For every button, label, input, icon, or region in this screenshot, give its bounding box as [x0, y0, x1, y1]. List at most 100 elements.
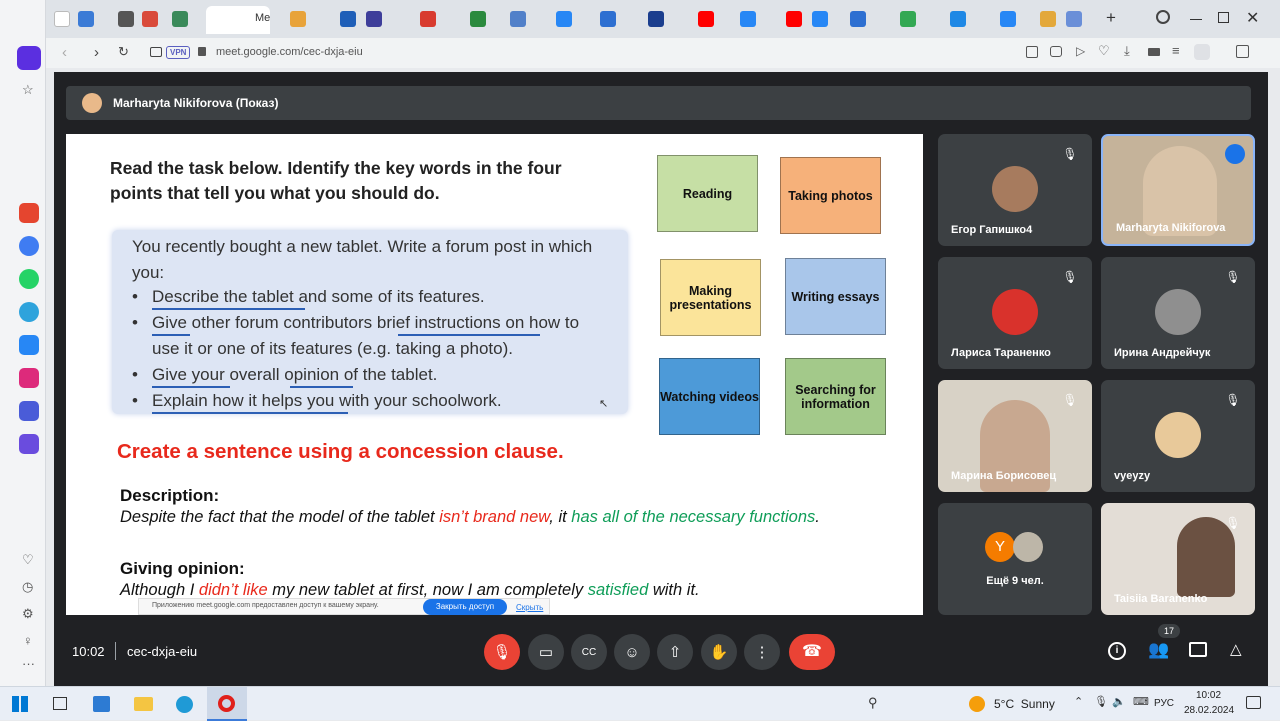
- pin-icon[interactable]: ☆: [22, 82, 34, 98]
- file-explorer-icon[interactable]: [134, 697, 153, 711]
- settings-icon[interactable]: ⚙: [22, 606, 34, 622]
- weather-text[interactable]: 5°C Sunny: [994, 697, 1055, 711]
- mic-toggle-button[interactable]: 🎙: [484, 634, 520, 670]
- history-icon[interactable]: ◷: [22, 579, 33, 595]
- tab-icon[interactable]: [470, 11, 486, 27]
- aria-icon[interactable]: [19, 203, 39, 223]
- home-button[interactable]: [17, 46, 41, 70]
- more-icon[interactable]: ···: [22, 656, 35, 671]
- extension-icon[interactable]: [1236, 45, 1249, 58]
- tab-icon[interactable]: [78, 11, 94, 27]
- tab-icon[interactable]: [510, 11, 526, 27]
- more-options-button[interactable]: ⋮: [744, 634, 780, 670]
- vk-tab-icon[interactable]: [812, 11, 828, 27]
- clock-time[interactable]: 10:02: [1196, 690, 1221, 701]
- back-icon[interactable]: ‹: [62, 44, 67, 61]
- clock-date[interactable]: 28.02.2024: [1184, 705, 1234, 716]
- participant-name: Егор Гапишко4: [951, 224, 1033, 236]
- play-icon[interactable]: ▷: [1076, 44, 1085, 58]
- people-icon[interactable]: 👥: [1148, 640, 1169, 660]
- participant-tile[interactable]: 🎙 Ирина Андрейчук: [1101, 257, 1255, 369]
- close-window-button[interactable]: ✕: [1246, 8, 1259, 28]
- tab-icon[interactable]: [142, 11, 158, 27]
- heart-icon[interactable]: ♡: [1098, 43, 1110, 59]
- music-icon[interactable]: [19, 401, 39, 421]
- store-icon[interactable]: [93, 696, 110, 712]
- notifications-icon[interactable]: [1246, 696, 1261, 709]
- minimize-button[interactable]: [1190, 19, 1202, 20]
- reload-icon[interactable]: ↻: [118, 44, 129, 60]
- youtube-tab-icon[interactable]: [698, 11, 714, 27]
- tab-icon[interactable]: [1040, 11, 1056, 27]
- chat-icon[interactable]: [1189, 642, 1207, 657]
- captions-button[interactable]: CC: [571, 634, 607, 670]
- url-field[interactable]: meet.google.com/cec-dxja-eiu: [216, 46, 363, 58]
- new-tab-button[interactable]: +: [1102, 9, 1120, 27]
- tab-icon[interactable]: [172, 11, 188, 27]
- camera-toggle-button[interactable]: ▭: [528, 634, 564, 670]
- tab-icon[interactable]: [420, 11, 436, 27]
- tips-icon[interactable]: ♀: [23, 633, 33, 648]
- tab-icon[interactable]: [900, 11, 916, 27]
- start-button[interactable]: [12, 696, 28, 712]
- task-view-icon[interactable]: [53, 697, 67, 710]
- participant-tile[interactable]: 🎙 Марина Борисовец: [938, 380, 1092, 492]
- participant-tile-speaking[interactable]: Marharyta Nikiforova: [1101, 134, 1255, 246]
- edge-icon[interactable]: [176, 696, 193, 713]
- participant-tile[interactable]: 🎙 Егор Гапишко4: [938, 134, 1092, 246]
- vk-icon[interactable]: [19, 335, 39, 355]
- tab-icon[interactable]: [1066, 11, 1082, 27]
- tab-icon[interactable]: [740, 11, 756, 27]
- tab-icon[interactable]: [340, 11, 356, 27]
- activities-icon[interactable]: △: [1230, 640, 1242, 658]
- info-icon[interactable]: i: [1108, 642, 1126, 660]
- vk-tab-icon[interactable]: [1000, 11, 1016, 27]
- messenger-icon[interactable]: [19, 236, 39, 256]
- task-intro: You recently bought a new tablet. Write …: [132, 237, 593, 282]
- hide-share-link[interactable]: Скрыть: [516, 603, 543, 612]
- camera-icon[interactable]: [150, 47, 162, 57]
- network-icon[interactable]: ⌨: [1133, 695, 1149, 708]
- vk-tab-icon[interactable]: [556, 11, 572, 27]
- tab-icon[interactable]: [118, 11, 134, 27]
- forward-icon[interactable]: ›: [94, 44, 99, 61]
- battery-icon[interactable]: [1148, 48, 1160, 56]
- share-icon[interactable]: [1026, 46, 1038, 58]
- tab-icon[interactable]: [366, 11, 382, 27]
- search-tabs-icon[interactable]: [1156, 10, 1170, 24]
- profile-icon[interactable]: [1194, 44, 1210, 60]
- tab-icon[interactable]: [950, 11, 966, 27]
- more-participants-tile[interactable]: Y Ещё 9 чел.: [938, 503, 1092, 615]
- download-icon[interactable]: ⤓: [1124, 43, 1130, 59]
- language-indicator[interactable]: РУС: [1154, 698, 1174, 709]
- maximize-button[interactable]: [1218, 12, 1229, 23]
- emoji-button[interactable]: ☺: [614, 634, 650, 670]
- youtube-tab-icon[interactable]: [786, 11, 802, 27]
- keyword-underline: [152, 308, 305, 310]
- participant-tile[interactable]: 🎙 vyeyzy: [1101, 380, 1255, 492]
- whatsapp-icon[interactable]: [19, 269, 39, 289]
- menu-icon[interactable]: ≡: [1172, 43, 1180, 58]
- snapshot-icon[interactable]: [1050, 46, 1062, 57]
- google-tab-icon[interactable]: [54, 11, 70, 27]
- stop-sharing-button[interactable]: Закрыть доступ: [423, 599, 507, 615]
- bullet-item: • Give other forum contributors brief ins…: [132, 310, 612, 362]
- telegram-icon[interactable]: [19, 302, 39, 322]
- bullet-text: Explain how it helps you with your schoo…: [152, 391, 502, 410]
- tab-icon[interactable]: [600, 11, 616, 27]
- tab-icon[interactable]: [648, 11, 664, 27]
- tab-icon[interactable]: [290, 11, 306, 27]
- leave-call-button[interactable]: ☎: [789, 634, 835, 670]
- raise-hand-button[interactable]: ✋: [701, 634, 737, 670]
- tray-chevron-icon[interactable]: ⌃: [1074, 695, 1083, 708]
- vpn-badge[interactable]: VPN: [166, 46, 191, 59]
- tab-icon[interactable]: [850, 11, 866, 27]
- participant-tile[interactable]: 🎙 Taisiia Baranenko: [1101, 503, 1255, 615]
- volume-icon[interactable]: 🔈: [1112, 695, 1126, 708]
- people-taskbar-icon[interactable]: ⚲: [868, 695, 878, 711]
- participant-tile[interactable]: 🎙 Лариса Тараненко: [938, 257, 1092, 369]
- present-button[interactable]: ⇧: [657, 634, 693, 670]
- instagram-icon[interactable]: [19, 368, 39, 388]
- favorites-icon[interactable]: ♡: [22, 552, 34, 568]
- player-icon[interactable]: [19, 434, 39, 454]
